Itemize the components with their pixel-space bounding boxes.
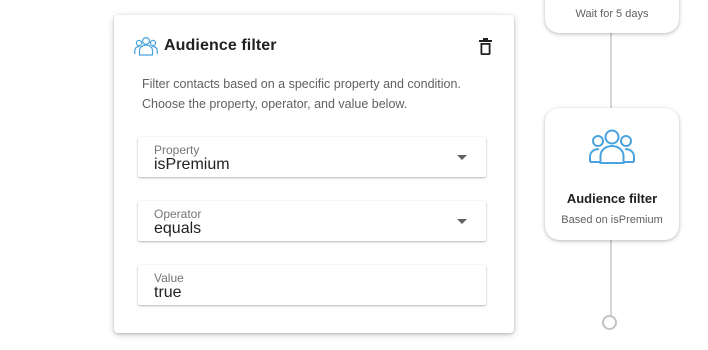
trash-icon	[478, 37, 492, 55]
operator-select[interactable]: Operator equals	[138, 201, 486, 241]
operator-label: Operator	[154, 207, 202, 221]
connector-line	[610, 33, 612, 108]
description-line: Choose the property, operator, and value…	[142, 97, 408, 111]
value-text[interactable]: true	[154, 284, 182, 302]
audience-icon	[134, 35, 158, 57]
panel-title: Audience filter	[164, 37, 277, 54]
add-step-node[interactable]	[602, 315, 617, 330]
property-select[interactable]: Property isPremium	[138, 137, 486, 177]
property-label: Property	[154, 143, 200, 157]
audience-filter-panel: Audience filter Filter contacts based on…	[114, 15, 514, 333]
wait-node-subtitle: Wait for 5 days	[575, 8, 649, 20]
chevron-down-icon[interactable]	[457, 219, 467, 224]
audience-node-subtitle: Based on isPremium	[561, 214, 663, 226]
description-line: Filter contacts based on a specific prop…	[142, 77, 461, 91]
value-input[interactable]: Value true	[138, 265, 486, 305]
operator-value: equals	[154, 220, 202, 237]
panel-header: Audience filter	[134, 35, 494, 57]
panel-description: Filter contacts based on a specific prop…	[142, 74, 492, 114]
audience-node-title: Audience filter	[566, 191, 658, 206]
property-value: isPremium	[154, 156, 230, 173]
connector-line	[610, 240, 612, 315]
chevron-down-icon[interactable]	[457, 155, 467, 160]
delete-button[interactable]	[476, 36, 494, 56]
audience-icon	[588, 128, 636, 171]
wait-node[interactable]: Wait for 5 days	[545, 0, 679, 33]
audience-filter-node[interactable]: Audience filter Based on isPremium	[545, 108, 679, 240]
value-label: Value	[154, 271, 184, 285]
